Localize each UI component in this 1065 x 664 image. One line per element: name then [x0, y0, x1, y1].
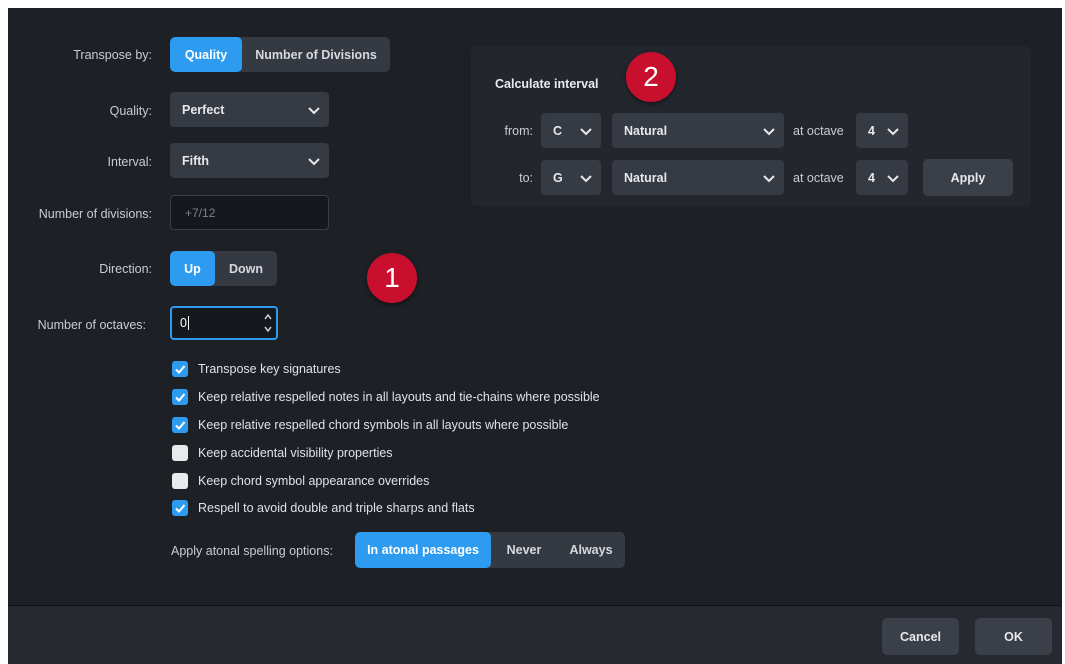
atonal-never-option[interactable]: Never — [491, 532, 557, 568]
ok-button[interactable]: OK — [975, 618, 1052, 655]
to-octave-value: 4 — [868, 170, 875, 185]
octaves-stepper[interactable]: 0 — [170, 306, 278, 340]
checkbox-unchecked-icon[interactable] — [172, 445, 188, 461]
transpose-by-label: Transpose by: — [73, 48, 152, 62]
transpose-by-quality-option[interactable]: Quality — [170, 37, 242, 72]
octaves-value: 0 — [180, 316, 187, 330]
to-octave-label: at octave — [793, 171, 844, 185]
atonal-segmented: In atonal passages Never Always — [355, 532, 625, 568]
to-label: to: — [519, 171, 533, 185]
chevron-down-icon — [763, 175, 775, 183]
quality-dropdown[interactable]: Perfect — [170, 92, 329, 127]
checkbox-keep-accidental-visibility[interactable]: Keep accidental visibility properties — [172, 443, 393, 463]
checkbox-keep-respelled-chords[interactable]: Keep relative respelled chord symbols in… — [172, 415, 568, 435]
apply-button[interactable]: Apply — [923, 159, 1013, 196]
from-accidental-dropdown[interactable]: Natural — [612, 113, 784, 148]
chevron-down-icon — [887, 175, 899, 183]
checkbox-label: Keep accidental visibility properties — [198, 446, 393, 460]
from-octave-dropdown[interactable]: 4 — [856, 113, 908, 148]
checkbox-label: Transpose key signatures — [198, 362, 341, 376]
checkbox-keep-chord-overrides[interactable]: Keep chord symbol appearance overrides — [172, 471, 429, 491]
checkbox-label: Keep relative respelled chord symbols in… — [198, 418, 569, 432]
direction-down-option[interactable]: Down — [215, 251, 277, 286]
checkbox-checked-icon[interactable] — [172, 500, 188, 516]
from-label: from: — [504, 124, 533, 138]
annotation-badge-1: 1 — [367, 253, 417, 303]
from-note-value: C — [553, 123, 563, 138]
atonal-in-passages-option[interactable]: In atonal passages — [355, 532, 491, 568]
chevron-down-icon — [580, 128, 592, 136]
direction-segmented: Up Down — [170, 251, 277, 286]
interval-dropdown[interactable]: Fifth — [170, 143, 329, 178]
chevron-down-icon — [580, 175, 592, 183]
checkbox-label: Keep relative respelled notes in all lay… — [198, 390, 600, 404]
stepper-arrows-icon[interactable] — [263, 310, 273, 336]
interval-label: Interval: — [107, 155, 152, 169]
from-octave-value: 4 — [868, 123, 875, 138]
checkbox-respell-double-sharps[interactable]: Respell to avoid double and triple sharp… — [172, 498, 475, 518]
direction-label: Direction: — [99, 262, 152, 276]
to-accidental-value: Natural — [624, 170, 668, 185]
checkbox-checked-icon[interactable] — [172, 389, 188, 405]
annotation-badge-2: 2 — [626, 52, 676, 102]
checkbox-unchecked-icon[interactable] — [172, 473, 188, 489]
checkbox-transpose-key-signatures[interactable]: Transpose key signatures — [172, 359, 341, 379]
chevron-down-icon — [887, 128, 899, 136]
transpose-by-segmented: Quality Number of Divisions — [170, 37, 390, 72]
atonal-always-option[interactable]: Always — [557, 532, 625, 568]
direction-up-option[interactable]: Up — [170, 251, 215, 286]
octaves-label: Number of octaves: — [37, 318, 146, 332]
chevron-down-icon — [308, 107, 320, 115]
checkbox-checked-icon[interactable] — [172, 417, 188, 433]
cancel-button[interactable]: Cancel — [882, 618, 959, 655]
chevron-down-icon — [763, 128, 775, 136]
quality-label: Quality: — [109, 104, 152, 118]
checkbox-label: Respell to avoid double and triple sharp… — [198, 501, 475, 515]
calculate-interval-panel: Calculate interval from: C Natural at oc… — [471, 46, 1031, 206]
to-note-dropdown[interactable]: G — [541, 160, 601, 195]
checkbox-checked-icon[interactable] — [172, 361, 188, 377]
from-accidental-value: Natural — [624, 123, 668, 138]
quality-value: Perfect — [182, 102, 225, 117]
divisions-label: Number of divisions: — [38, 207, 152, 221]
dialog-footer: Cancel OK — [8, 605, 1062, 664]
divisions-field[interactable]: +7/12 — [170, 195, 329, 230]
calculate-interval-title: Calculate interval — [495, 77, 599, 91]
atonal-label: Apply atonal spelling options: — [171, 544, 333, 558]
to-note-value: G — [553, 170, 563, 185]
checkbox-keep-respelled-notes[interactable]: Keep relative respelled notes in all lay… — [172, 387, 600, 407]
to-accidental-dropdown[interactable]: Natural — [612, 160, 784, 195]
interval-value: Fifth — [182, 153, 210, 168]
chevron-down-icon — [308, 158, 320, 166]
from-note-dropdown[interactable]: C — [541, 113, 601, 148]
checkbox-label: Keep chord symbol appearance overrides — [198, 474, 430, 488]
from-octave-label: at octave — [793, 124, 844, 138]
to-octave-dropdown[interactable]: 4 — [856, 160, 908, 195]
transpose-dialog: Transpose by: Quality Number of Division… — [8, 8, 1062, 664]
transpose-by-divisions-option[interactable]: Number of Divisions — [242, 37, 390, 72]
